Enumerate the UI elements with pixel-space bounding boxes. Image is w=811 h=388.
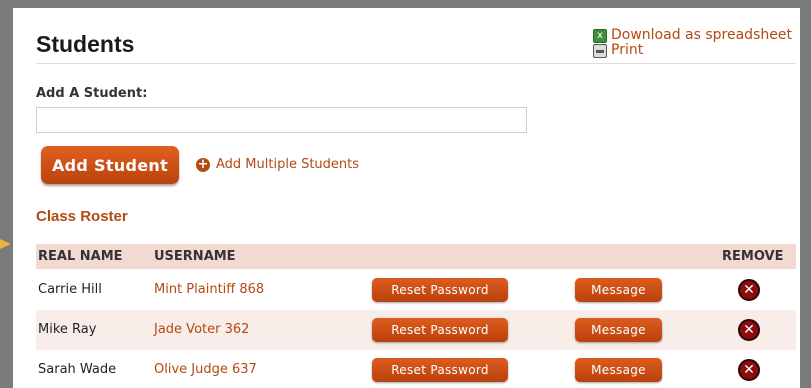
download-link-label: Download as spreadsheet bbox=[611, 27, 792, 43]
class-roster-heading: Class Roster bbox=[36, 208, 128, 225]
remove-x-icon[interactable]: ✕ bbox=[738, 359, 760, 381]
message-button[interactable]: Message bbox=[575, 358, 662, 382]
add-student-label: Add A Student: bbox=[36, 86, 148, 101]
add-student-button[interactable]: Add Student bbox=[41, 146, 179, 184]
download-link[interactable]: Download as spreadsheet bbox=[593, 28, 792, 43]
add-multiple-label: Add Multiple Students bbox=[216, 157, 360, 172]
header-links: Download as spreadsheet Print bbox=[593, 28, 792, 58]
col-remove: REMOVE bbox=[722, 249, 784, 264]
col-username: USERNAME bbox=[154, 249, 236, 264]
col-real-name: REAL NAME bbox=[38, 249, 123, 264]
student-username[interactable]: Mint Plaintiff 868 bbox=[154, 282, 264, 297]
page-title: Students bbox=[36, 31, 135, 57]
spreadsheet-icon bbox=[593, 28, 607, 43]
plus-circle-icon: + bbox=[196, 156, 210, 172]
reset-password-button[interactable]: Reset Password bbox=[372, 358, 508, 382]
remove-x-icon[interactable]: ✕ bbox=[738, 319, 760, 341]
student-real-name: Sarah Wade bbox=[38, 362, 117, 377]
table-row: Sarah Wade Olive Judge 637 Reset Passwor… bbox=[36, 350, 796, 388]
student-real-name: Carrie Hill bbox=[38, 282, 102, 297]
print-link-label: Print bbox=[611, 42, 644, 58]
pointer-arrow bbox=[0, 239, 11, 249]
reset-password-button[interactable]: Reset Password bbox=[372, 318, 508, 342]
reset-password-button[interactable]: Reset Password bbox=[372, 278, 508, 302]
table-row: Mike Ray Jade Voter 362 Reset Password M… bbox=[36, 310, 796, 350]
roster-header-row: REAL NAME USERNAME REMOVE bbox=[36, 244, 796, 269]
message-button[interactable]: Message bbox=[575, 278, 662, 302]
student-username[interactable]: Jade Voter 362 bbox=[154, 322, 249, 337]
add-multiple-students-link[interactable]: + Add Multiple Students bbox=[196, 157, 359, 172]
remove-x-icon[interactable]: ✕ bbox=[738, 279, 760, 301]
add-student-input[interactable] bbox=[36, 107, 527, 133]
message-button[interactable]: Message bbox=[575, 318, 662, 342]
student-real-name: Mike Ray bbox=[38, 322, 97, 337]
table-row: Carrie Hill Mint Plaintiff 868 Reset Pas… bbox=[36, 270, 796, 310]
title-divider bbox=[36, 63, 796, 64]
printer-icon bbox=[593, 43, 607, 58]
print-link[interactable]: Print bbox=[593, 43, 792, 58]
student-username[interactable]: Olive Judge 637 bbox=[154, 362, 257, 377]
students-panel: Students Download as spreadsheet Print A… bbox=[13, 8, 800, 388]
